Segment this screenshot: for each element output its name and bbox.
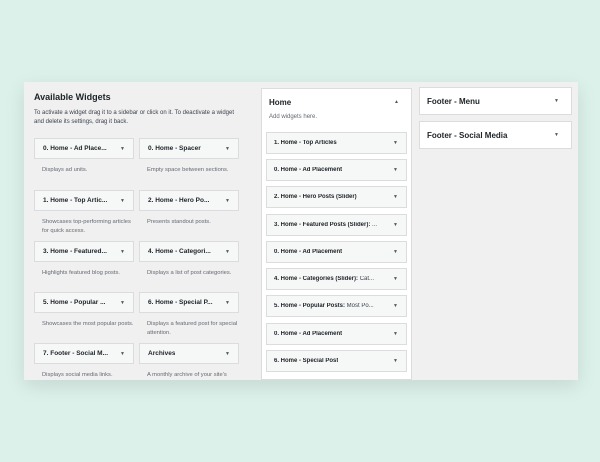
sidebar-footer-menu[interactable]: Footer - Menu ▼ (419, 87, 572, 115)
sidebar-home-title: Home (269, 97, 292, 107)
widget-ad-placement[interactable]: 0. Home - Ad Place... ▼ Displays ad units… (34, 138, 134, 175)
widget-hero-posts[interactable]: 2. Home - Hero Po... ▼ Presents standout … (139, 190, 239, 227)
widget-special-post[interactable]: 6. Home - Special P... ▼ Displays a featu… (139, 292, 239, 337)
widgets-panel: Available Widgets To activate a widget d… (24, 82, 578, 380)
chevron-down-icon[interactable]: ▼ (393, 167, 398, 173)
sidebar-widget[interactable]: 2. Home - Hero Posts (Slider) ▼ (266, 186, 407, 208)
sidebar-home-hint: Add widgets here. (269, 114, 318, 120)
sidebar-widget[interactable]: 4. Home - Categories (Slider): Cat... ▼ (266, 268, 407, 290)
available-widgets-description: To activate a widget drag it to a sideba… (34, 110, 234, 125)
widget-archives[interactable]: Archives ▼ A monthly archive of your site… (139, 343, 239, 380)
widget-description: A monthly archive of your site's Posts. (147, 372, 227, 378)
sidebar-widget-title: 5. Home - Popular Posts: (274, 303, 346, 309)
sidebar-home-header[interactable]: Home ▲ (262, 89, 411, 115)
sidebar-footer-social[interactable]: Footer - Social Media ▼ (419, 121, 572, 149)
chevron-down-icon[interactable]: ▼ (120, 351, 125, 357)
chevron-down-icon[interactable]: ▼ (554, 132, 559, 138)
chevron-down-icon[interactable]: ▼ (225, 249, 230, 255)
sidebar-widget-title: 1. Home - Top Articles (274, 140, 337, 146)
widget-popular-posts[interactable]: 5. Home - Popular ... ▼ Showcases the mos… (34, 292, 134, 329)
sidebar-widget[interactable]: 0. Home - Ad Placement ▼ (266, 159, 407, 181)
chevron-down-icon[interactable]: ▼ (393, 276, 398, 282)
chevron-down-icon[interactable]: ▼ (554, 98, 559, 104)
sidebar-widget-subtitle: Most Po... (345, 303, 374, 309)
widget-description: Showcases top-performing articles for qu… (42, 219, 131, 234)
sidebar-widget[interactable]: 1. Home - Top Articles ▼ (266, 132, 407, 154)
chevron-down-icon[interactable]: ▼ (225, 198, 230, 204)
widget-title: 6. Home - Special P... (148, 299, 213, 306)
sidebar-widget-title: 2. Home - Hero Posts (Slider) (274, 194, 357, 200)
widget-title: 5. Home - Popular ... (43, 299, 106, 306)
sidebar-widget-subtitle: ... (370, 222, 378, 228)
sidebar-widget-title: 0. Home - Ad Placement (274, 167, 343, 173)
widget-title: 3. Home - Featured... (43, 248, 107, 255)
chevron-down-icon[interactable]: ▼ (225, 146, 230, 152)
chevron-down-icon[interactable]: ▼ (393, 249, 398, 255)
sidebar-widget-subtitle: Cat... (358, 276, 375, 282)
sidebar-widget[interactable]: 3. Home - Featured Posts (Slider): ... ▼ (266, 214, 407, 236)
widget-description: Empty space between sections. (147, 167, 229, 173)
sidebar-widget-title: 0. Home - Ad Placement (274, 249, 343, 255)
chevron-down-icon[interactable]: ▼ (120, 146, 125, 152)
widget-description: Highlights featured blog posts. (42, 270, 120, 276)
available-widgets-title: Available Widgets (34, 92, 111, 102)
chevron-down-icon[interactable]: ▼ (393, 194, 398, 200)
chevron-down-icon[interactable]: ▼ (225, 300, 230, 306)
widget-spacer[interactable]: 0. Home - Spacer ▼ Empty space between se… (139, 138, 239, 175)
chevron-down-icon[interactable]: ▼ (120, 198, 125, 204)
chevron-down-icon[interactable]: ▼ (393, 358, 398, 364)
widget-description: Displays a list of post categories. (147, 270, 232, 276)
sidebar-footer-social-title: Footer - Social Media (427, 130, 508, 140)
chevron-down-icon[interactable]: ▼ (393, 331, 398, 337)
chevron-down-icon[interactable]: ▼ (120, 249, 125, 255)
chevron-down-icon[interactable]: ▼ (393, 222, 398, 228)
widget-categories[interactable]: 4. Home - Categori... ▼ Displays a list o… (139, 241, 239, 278)
sidebar-footer-menu-title: Footer - Menu (427, 96, 480, 106)
sidebar-widget-title: 4. Home - Categories (Slider): (274, 276, 359, 282)
sidebar-widget-title: 6. Home - Special Post (274, 358, 339, 364)
widget-top-articles[interactable]: 1. Home - Top Artic... ▼ Showcases top-pe… (34, 190, 134, 235)
widget-title: 1. Home - Top Artic... (43, 197, 108, 204)
widget-footer-social[interactable]: 7. Footer - Social M... ▼ Displays social… (34, 343, 134, 380)
widget-title: Archives (148, 350, 176, 357)
chevron-down-icon[interactable]: ▼ (120, 300, 125, 306)
sidebar-widget-title: 0. Home - Ad Placement (274, 331, 343, 337)
widget-title: 2. Home - Hero Po... (148, 197, 210, 204)
widget-description: Displays a featured post for special att… (147, 321, 238, 336)
widget-description: Showcases the most popular posts. (42, 321, 134, 327)
sidebar-home[interactable]: Home ▲ Add widgets here. 1. Home - Top A… (261, 88, 412, 380)
widget-featured-posts[interactable]: 3. Home - Featured... ▼ Highlights featur… (34, 241, 134, 278)
sidebar-widget[interactable]: 6. Home - Special Post ▼ (266, 350, 407, 372)
chevron-up-icon[interactable]: ▲ (394, 99, 399, 105)
widget-description: Displays ad units. (42, 167, 88, 173)
sidebar-widget[interactable]: 0. Home - Ad Placement ▼ (266, 241, 407, 263)
available-widgets: Available Widgets To activate a widget d… (34, 92, 244, 378)
chevron-down-icon[interactable]: ▼ (393, 140, 398, 146)
widget-description: Presents standout posts. (147, 219, 211, 225)
chevron-down-icon[interactable]: ▼ (225, 351, 230, 357)
sidebar-widget[interactable]: 5. Home - Popular Posts: Most Po... ▼ (266, 295, 407, 317)
widget-title: 0. Home - Spacer (148, 145, 201, 152)
sidebar-widget-title: 3. Home - Featured Posts (Slider): (274, 222, 371, 228)
widget-title: 0. Home - Ad Place... (43, 145, 107, 152)
sidebar-widget[interactable]: 0. Home - Ad Placement ▼ (266, 323, 407, 345)
widget-description: Displays social media links. (42, 372, 113, 378)
widget-title: 4. Home - Categori... (148, 248, 211, 255)
chevron-down-icon[interactable]: ▼ (393, 303, 398, 309)
widget-title: 7. Footer - Social M... (43, 350, 109, 357)
